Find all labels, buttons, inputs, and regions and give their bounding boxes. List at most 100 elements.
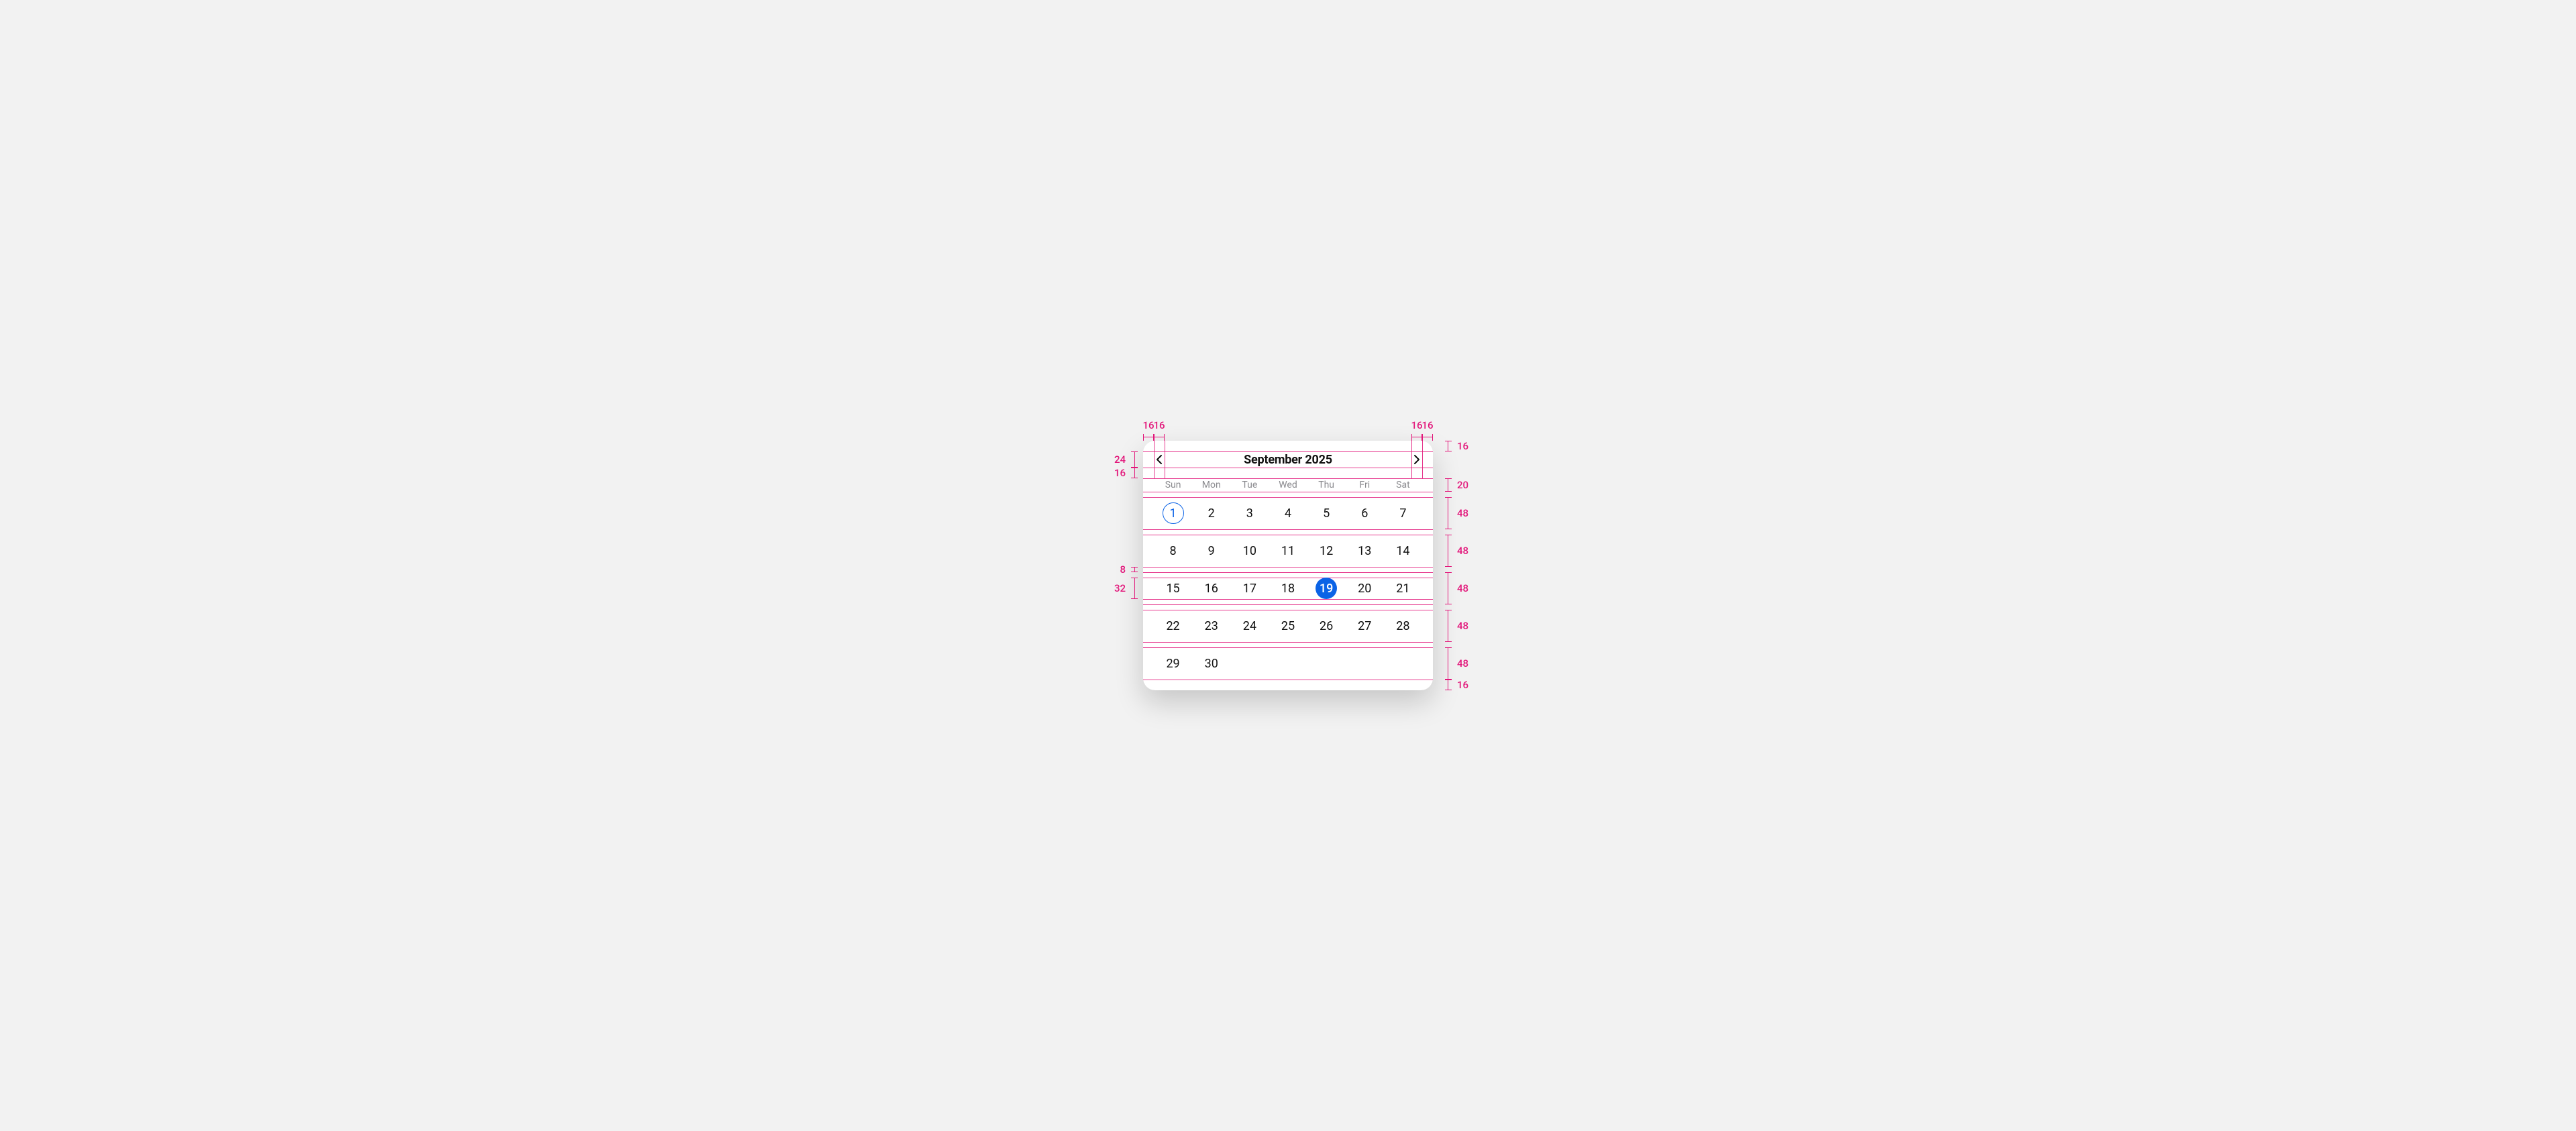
day-cell[interactable]: 15 [1154,572,1192,604]
weekday-label: Thu [1307,480,1346,490]
day-cell[interactable]: 19 [1307,572,1346,604]
day-number: 1 [1163,502,1184,524]
spec-ruler: 48 [1445,647,1452,680]
day-cell [1307,647,1346,680]
day-cell[interactable]: 5 [1307,497,1346,529]
day-number: 23 [1201,615,1222,637]
day-cell[interactable]: 27 [1346,610,1384,642]
spec-ruler: 16 [1154,434,1165,441]
day-number: 19 [1316,578,1337,599]
day-number: 11 [1277,540,1299,561]
day-number: 24 [1239,615,1260,637]
day-cell[interactable]: 28 [1384,610,1422,642]
day-number: 10 [1239,540,1260,561]
prev-month-button[interactable] [1154,451,1165,468]
day-cell[interactable]: 26 [1307,610,1346,642]
spec-value: 48 [1457,657,1468,669]
day-cell[interactable]: 25 [1269,610,1307,642]
spec-ruler: 8 [1131,567,1138,572]
weekday-label: Wed [1269,480,1307,490]
day-number: 28 [1392,615,1413,637]
spec-ruler: 16 [1131,468,1138,478]
day-cell[interactable]: 24 [1230,610,1269,642]
day-number: 25 [1277,615,1299,637]
day-cell[interactable]: 6 [1346,497,1384,529]
calendar-body: September 2025 Sun Mon Tue Wed Thu Fri S… [1154,451,1422,680]
spec-value: 16 [1153,419,1165,431]
day-number: 27 [1354,615,1375,637]
day-cell [1269,647,1307,680]
week-row: 29 30 [1154,647,1422,680]
day-cell [1230,647,1269,680]
day-cell[interactable]: 16 [1192,572,1230,604]
spec-ruler: 48 [1445,497,1452,529]
spec-ruler: 16 [1143,434,1154,441]
weekday-label: Mon [1192,480,1230,490]
spec-value: 16 [1457,679,1468,691]
day-cell[interactable]: 21 [1384,572,1422,604]
day-number: 15 [1163,578,1184,599]
day-cell[interactable]: 13 [1346,535,1384,567]
week-row: 1234567 [1154,497,1422,529]
day-cell[interactable]: 2 [1192,497,1230,529]
day-number: 18 [1277,578,1299,599]
day-number: 29 [1163,653,1184,674]
weekday-label: Tue [1230,480,1269,490]
day-number: 17 [1239,578,1260,599]
week-row: 15 16 17 18 19 20 21 [1154,572,1422,604]
spec-value: 8 [1120,563,1126,576]
spec-value: 48 [1457,507,1468,519]
week-row: 22 23 24 25 26 27 28 [1154,610,1422,642]
spec-value: 16 [1142,419,1154,431]
weekday-row: Sun Mon Tue Wed Thu Fri Sat [1154,478,1422,492]
calendar-card: September 2025 Sun Mon Tue Wed Thu Fri S… [1143,441,1433,690]
spec-ruler: 16 [1422,434,1433,441]
day-cell[interactable]: 18 [1269,572,1307,604]
weeks-container: 1234567891011121314151617181920212223242… [1154,497,1422,680]
day-cell[interactable]: 4 [1269,497,1307,529]
spec-value: 24 [1114,453,1126,466]
day-number: 4 [1277,502,1299,524]
day-cell[interactable]: 12 [1307,535,1346,567]
day-cell[interactable]: 22 [1154,610,1192,642]
day-number: 6 [1354,502,1375,524]
day-number: 12 [1316,540,1337,561]
spec-ruler: 16 [1445,441,1452,451]
weekday-label: Sat [1384,480,1422,490]
day-cell[interactable]: 3 [1230,497,1269,529]
day-cell[interactable]: 30 [1192,647,1230,680]
spec-ruler: 32 [1131,578,1138,599]
day-cell[interactable]: 20 [1346,572,1384,604]
day-cell [1384,647,1422,680]
stage: September 2025 Sun Mon Tue Wed Thu Fri S… [773,283,1803,849]
day-cell[interactable]: 1 [1154,497,1192,529]
day-cell[interactable]: 8 [1154,535,1192,567]
day-number: 21 [1392,578,1413,599]
day-cell[interactable]: 17 [1230,572,1269,604]
day-number: 16 [1201,578,1222,599]
spec-value: 16 [1411,419,1422,431]
day-cell[interactable]: 23 [1192,610,1230,642]
chevron-right-icon [1413,454,1420,465]
chevron-left-icon [1156,454,1163,465]
calendar-header: September 2025 [1154,451,1422,468]
spec-ruler: 24 [1131,451,1138,468]
spec-value: 16 [1421,419,1433,431]
day-cell[interactable]: 29 [1154,647,1192,680]
day-cell[interactable]: 10 [1230,535,1269,567]
day-number: 26 [1316,615,1337,637]
spec-value: 16 [1114,467,1126,479]
day-number: 22 [1163,615,1184,637]
day-number: 7 [1392,502,1413,524]
spec-ruler: 20 [1445,478,1452,492]
next-month-button[interactable] [1411,451,1422,468]
day-cell[interactable]: 9 [1192,535,1230,567]
day-cell[interactable]: 14 [1384,535,1422,567]
spec-ruler: 48 [1445,572,1452,604]
day-cell[interactable]: 7 [1384,497,1422,529]
day-number: 20 [1354,578,1375,599]
day-cell[interactable]: 11 [1269,535,1307,567]
spec-value: 48 [1457,582,1468,594]
day-number: 3 [1239,502,1260,524]
spec-value: 48 [1457,545,1468,557]
